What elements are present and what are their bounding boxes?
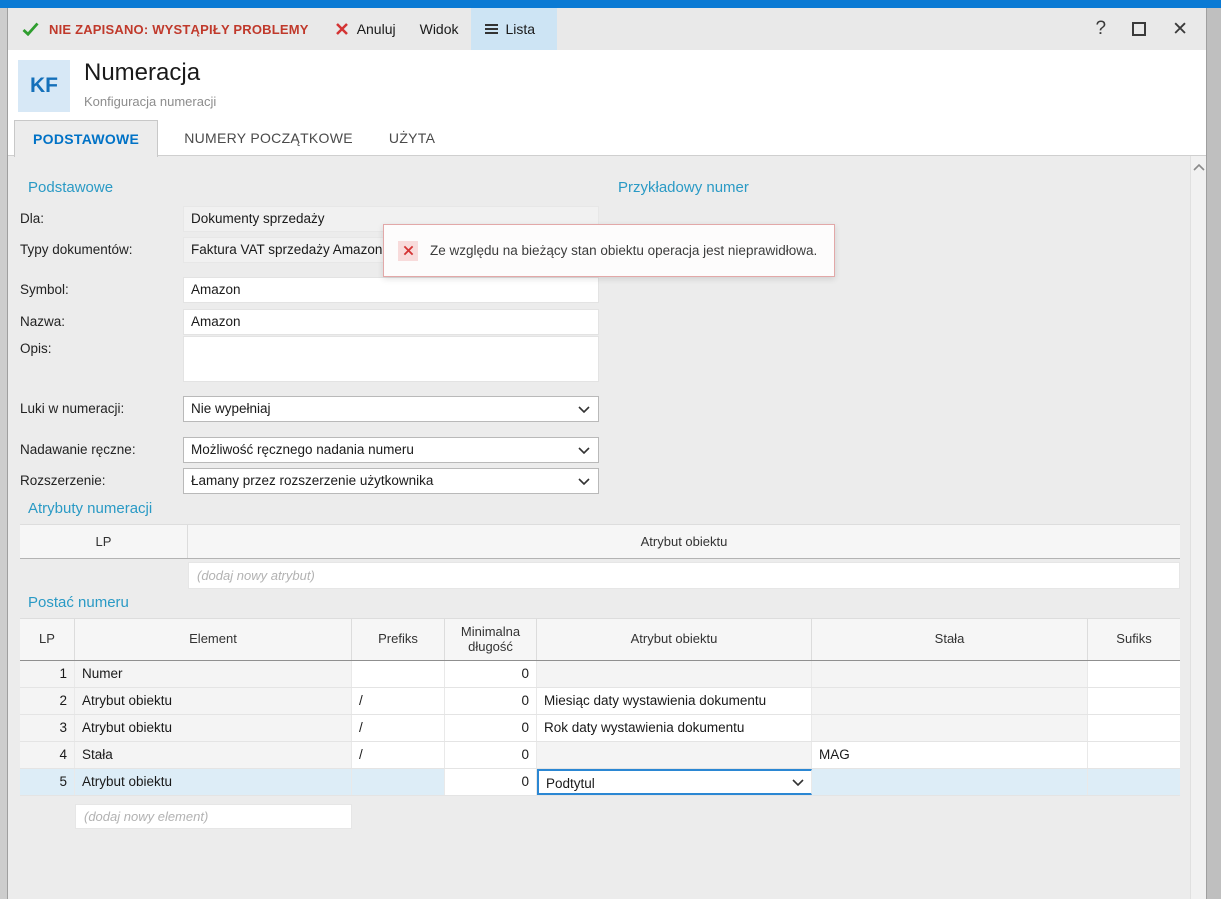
section-example-number-title: Przykładowy numer — [618, 179, 749, 196]
table-row[interactable]: 4 Stała / 0 MAG — [20, 742, 1180, 769]
tab-bar: PODSTAWOWE NUMERY POCZĄTKOWE UŻYTA — [8, 120, 1206, 156]
chevron-down-icon — [578, 478, 590, 485]
window-controls: ? ✕ — [1096, 18, 1189, 41]
symbol-label: Symbol: — [20, 282, 69, 297]
chevron-down-icon — [792, 779, 804, 786]
list-label: Lista — [506, 21, 536, 37]
check-icon — [22, 22, 39, 36]
help-button[interactable]: ? — [1096, 18, 1107, 40]
close-button[interactable]: ✕ — [1172, 18, 1188, 41]
typy-dokumentow-label: Typy dokumentów: — [20, 242, 133, 257]
save-status: NIE ZAPISANO: WYSTĄPIŁY PROBLEMY — [22, 22, 309, 37]
add-attribute-input[interactable]: (dodaj nowy atrybut) — [188, 562, 1180, 589]
cancel-label: Anuluj — [357, 21, 396, 37]
vertical-scrollbar[interactable] — [1190, 156, 1206, 899]
col-sufiks[interactable]: Sufiks — [1088, 619, 1180, 660]
error-icon — [398, 241, 418, 261]
tab-numery-poczatkowe[interactable]: NUMERY POCZĄTKOWE — [166, 120, 371, 156]
section-basic-title: Podstawowe — [28, 179, 113, 196]
rozszerzenie-value: Łamany przez rozszerzenie użytkownika — [191, 473, 433, 488]
tab-podstawowe[interactable]: PODSTAWOWE — [14, 120, 158, 157]
error-popup: Ze względu na bieżący stan obiektu opera… — [383, 224, 835, 277]
col-element[interactable]: Element — [75, 619, 352, 660]
toolbar: NIE ZAPISANO: WYSTĄPIŁY PROBLEMY Anuluj … — [8, 8, 1206, 50]
page-subtitle: Konfiguracja numeracji — [84, 94, 216, 109]
col-stala[interactable]: Stała — [812, 619, 1088, 660]
view-button[interactable]: Widok — [408, 8, 471, 50]
col-atrybut-obiektu[interactable]: Atrybut obiektu — [537, 619, 812, 660]
background-window-edge-right — [1206, 8, 1221, 899]
luki-select[interactable]: Nie wypełniaj — [183, 396, 599, 422]
dla-label: Dla: — [20, 211, 44, 226]
table-row[interactable]: 3 Atrybut obiektu / 0 Rok daty wystawien… — [20, 715, 1180, 742]
table-row[interactable]: 1 Numer 0 — [20, 661, 1180, 688]
list-button[interactable]: Lista — [471, 8, 558, 50]
opis-field[interactable] — [183, 336, 599, 382]
page-title: Numeracja — [84, 59, 200, 87]
opis-label: Opis: — [20, 341, 52, 356]
attributes-col-lp[interactable]: LP — [20, 525, 188, 558]
nazwa-field[interactable]: Amazon — [183, 309, 599, 335]
rozszerzenie-select[interactable]: Łamany przez rozszerzenie użytkownika — [183, 468, 599, 494]
maximize-button[interactable] — [1132, 22, 1146, 36]
tab-uzyta[interactable]: UŻYTA — [371, 120, 453, 156]
col-minimalna-dlugosc[interactable]: Minimalna długość — [445, 619, 537, 660]
hamburger-icon — [485, 22, 498, 36]
attributes-col-atrybut[interactable]: Atrybut obiektu — [188, 525, 1180, 558]
atrybut-dropdown-value: Podtytul — [546, 776, 595, 791]
chevron-down-icon — [578, 406, 590, 413]
scroll-up-icon[interactable] — [1193, 164, 1205, 171]
nadawanie-select[interactable]: Możliwość ręcznego nadania numeru — [183, 437, 599, 463]
module-badge: KF — [18, 60, 70, 112]
add-element-input[interactable]: (dodaj nowy element) — [75, 804, 352, 829]
section-number-format-title: Postać numeru — [28, 594, 129, 611]
nadawanie-value: Możliwość ręcznego nadania numeru — [191, 442, 414, 457]
symbol-field[interactable]: Amazon — [183, 277, 599, 303]
number-format-table-header: LP Element Prefiks Minimalna długość Atr… — [20, 618, 1180, 661]
status-text: NIE ZAPISANO: WYSTĄPIŁY PROBLEMY — [49, 22, 309, 37]
rozszerzenie-label: Rozszerzenie: — [20, 473, 106, 488]
error-message: Ze względu na bieżący stan obiektu opera… — [430, 243, 817, 258]
cancel-x-icon — [335, 22, 349, 36]
section-attributes-title: Atrybuty numeracji — [28, 500, 152, 517]
background-window-edge-left — [0, 8, 8, 899]
cancel-button[interactable]: Anuluj — [323, 8, 408, 50]
luki-label: Luki w numeracji: — [20, 401, 124, 416]
table-row[interactable]: 2 Atrybut obiektu / 0 Miesiąc daty wysta… — [20, 688, 1180, 715]
chevron-down-icon — [578, 447, 590, 454]
titlebar-strip — [0, 0, 1221, 8]
table-row-selected[interactable]: 5 Atrybut obiektu 0 Podtytul — [20, 769, 1180, 796]
nadawanie-label: Nadawanie ręczne: — [20, 442, 136, 457]
luki-value: Nie wypełniaj — [191, 401, 271, 416]
number-format-table: LP Element Prefiks Minimalna długość Atr… — [20, 618, 1180, 796]
col-lp[interactable]: LP — [20, 619, 75, 660]
col-prefiks[interactable]: Prefiks — [352, 619, 445, 660]
view-label: Widok — [420, 21, 459, 37]
attributes-table-header: LP Atrybut obiektu — [20, 524, 1180, 559]
nazwa-label: Nazwa: — [20, 314, 65, 329]
atrybut-dropdown[interactable]: Podtytul — [537, 769, 812, 795]
